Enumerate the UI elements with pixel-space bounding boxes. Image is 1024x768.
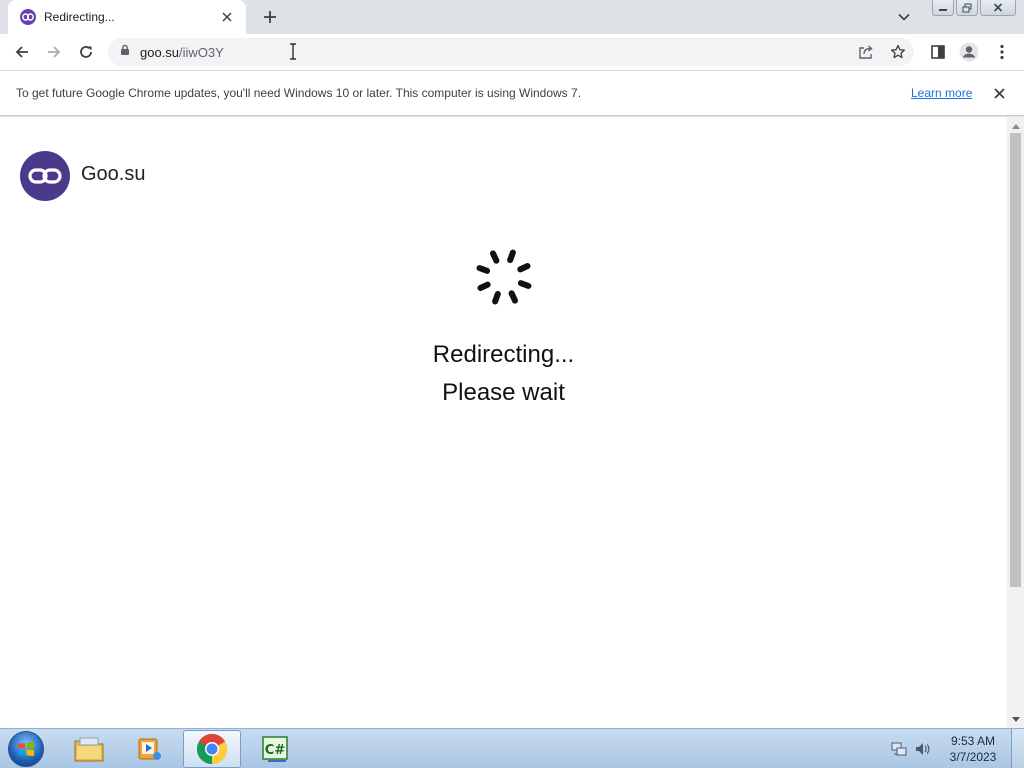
text-cursor-icon xyxy=(288,43,298,60)
clock-date: 3/7/2023 xyxy=(949,750,997,764)
minimize-button[interactable] xyxy=(932,0,954,16)
forward-arrow-icon[interactable] xyxy=(42,40,66,64)
tab-title: Redirecting... xyxy=(44,10,115,24)
browser-toolbar: goo.su/iiwO3Y xyxy=(0,34,1024,71)
learn-more-link[interactable]: Learn more xyxy=(911,86,972,100)
taskbar-explorer-icon[interactable] xyxy=(60,730,118,768)
window-controls xyxy=(932,0,1016,16)
scroll-up-arrow-icon[interactable] xyxy=(1007,119,1024,133)
scrollbar-thumb[interactable] xyxy=(1010,133,1021,587)
scroll-down-arrow-icon[interactable] xyxy=(1007,712,1024,726)
back-arrow-icon[interactable] xyxy=(10,40,34,64)
tab-active[interactable]: Redirecting... xyxy=(8,0,246,34)
chrome-menu-icon[interactable] xyxy=(990,40,1014,64)
tab-close-icon[interactable] xyxy=(218,8,236,26)
start-button[interactable] xyxy=(4,730,48,768)
show-desktop-button[interactable] xyxy=(1011,729,1024,768)
profile-avatar-icon[interactable] xyxy=(957,40,981,64)
share-icon[interactable] xyxy=(852,38,880,66)
side-panel-icon[interactable] xyxy=(926,40,950,64)
info-bar-message: To get future Google Chrome updates, you… xyxy=(16,86,582,100)
please-wait-message: Please wait xyxy=(442,379,565,406)
page-scrollbar[interactable] xyxy=(1007,117,1024,728)
tab-strip: Redirecting... xyxy=(0,0,1024,34)
taskbar-csharp-editor-icon[interactable]: C# xyxy=(246,730,304,768)
clock-time: 9:53 AM xyxy=(950,734,996,748)
goo-su-logo-icon[interactable] xyxy=(20,151,70,201)
network-tray-icon[interactable] xyxy=(891,741,907,757)
site-name[interactable]: Goo.su xyxy=(81,163,145,186)
page-content: Goo.su Redirecting... Please wait xyxy=(0,117,1007,728)
windows-taskbar: C# 9:53 AM 3/7/2023 xyxy=(0,728,1024,768)
volume-tray-icon[interactable] xyxy=(914,741,930,757)
bookmark-star-icon[interactable] xyxy=(884,38,912,66)
url-path: /iiwO3Y xyxy=(179,44,224,60)
reload-icon[interactable] xyxy=(74,40,98,64)
loading-spinner-icon xyxy=(476,249,532,305)
taskbar-media-player-icon[interactable] xyxy=(120,730,178,768)
lock-icon[interactable] xyxy=(120,43,130,61)
tab-search-chevron-icon[interactable] xyxy=(894,8,914,26)
new-tab-icon[interactable] xyxy=(258,6,282,28)
svg-text:C#: C# xyxy=(265,743,286,758)
windows-logo-icon xyxy=(8,731,44,767)
url-host: goo.su xyxy=(140,44,180,60)
restore-button[interactable] xyxy=(956,0,978,16)
close-window-button[interactable] xyxy=(980,0,1016,16)
address-bar[interactable]: goo.su/iiwO3Y xyxy=(108,38,914,66)
url-text[interactable]: goo.su/iiwO3Y xyxy=(140,45,224,60)
info-bar-close-icon[interactable] xyxy=(990,84,1008,102)
goo-su-favicon-icon xyxy=(20,9,36,25)
system-clock[interactable]: 9:53 AM 3/7/2023 xyxy=(940,733,1006,765)
update-info-bar: To get future Google Chrome updates, you… xyxy=(0,71,1024,116)
taskbar-chrome-icon[interactable] xyxy=(183,730,241,768)
redirecting-message: Redirecting... xyxy=(432,341,575,368)
